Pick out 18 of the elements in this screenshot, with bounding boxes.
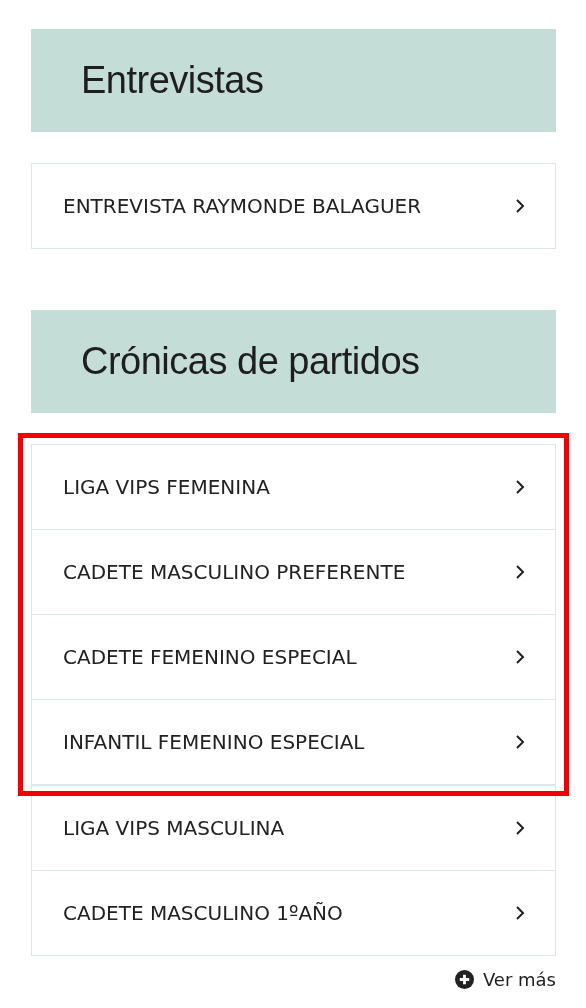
- chevron-icon: [515, 905, 525, 921]
- see-more-link[interactable]: Ver más: [454, 969, 556, 990]
- section-title: Crónicas de partidos: [31, 310, 556, 413]
- section-title: Entrevistas: [31, 29, 556, 132]
- list-link[interactable]: CADETE FEMENINO ESPECIAL: [31, 614, 556, 700]
- list-link[interactable]: INFANTIL FEMENINO ESPECIAL: [31, 699, 556, 785]
- list-link[interactable]: LIGA VIPS FEMENINA: [31, 444, 556, 530]
- list-link[interactable]: LIGA VIPS MASCULINA: [31, 785, 556, 871]
- chevron-icon: [515, 479, 525, 495]
- chevron-icon: [515, 734, 525, 750]
- chevron-icon: [515, 649, 525, 665]
- chevron-icon: [515, 564, 525, 580]
- list-link[interactable]: CADETE MASCULINO 1ºAÑO: [31, 870, 556, 956]
- plus-circle-icon: [454, 970, 474, 989]
- chevron-icon: [515, 820, 525, 836]
- list-link[interactable]: ENTREVISTA RAYMONDE BALAGUER: [31, 163, 556, 249]
- list-link[interactable]: CADETE MASCULINO PREFERENTE: [31, 529, 556, 615]
- chevron-icon: [515, 198, 525, 214]
